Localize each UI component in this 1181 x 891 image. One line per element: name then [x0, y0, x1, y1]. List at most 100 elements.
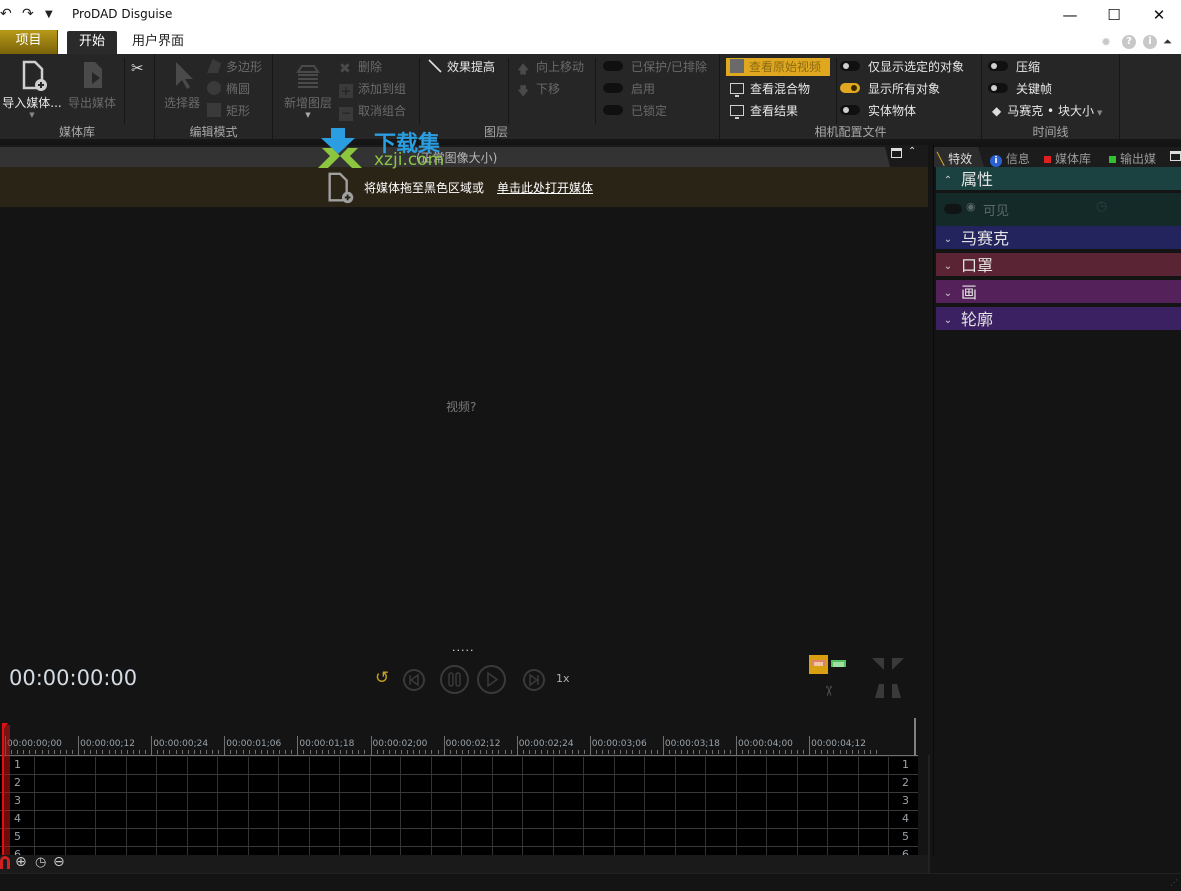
- lightbulb-icon[interactable]: ✹: [1101, 35, 1111, 49]
- mark-in-button[interactable]: [809, 655, 828, 674]
- export-media-button[interactable]: 导出媒体: [64, 58, 120, 111]
- toggle-switch[interactable]: [840, 105, 860, 115]
- view-mix-button[interactable]: 查看混合物: [730, 80, 810, 98]
- protected-toggle[interactable]: 已保护/已排除: [603, 58, 707, 76]
- media-drop-bar[interactable]: 将媒体拖至黑色区域或 单击此处打开媒体: [0, 167, 928, 207]
- track-row[interactable]: 22: [0, 775, 918, 793]
- playback-speed[interactable]: 1x: [556, 672, 570, 685]
- track-row[interactable]: 55: [0, 829, 918, 847]
- section-mosaic[interactable]: ⌄ 马赛克: [936, 226, 1181, 251]
- ruler-minor-tick: [729, 750, 731, 754]
- maximize-panel-icon[interactable]: [1170, 151, 1181, 161]
- timecode-display: 00:00:00:00: [9, 666, 138, 690]
- ellipse-tool[interactable]: 椭圆: [207, 80, 250, 98]
- toggle-switch[interactable]: [988, 61, 1008, 71]
- polygon-tool[interactable]: 多边形: [207, 58, 262, 76]
- close-button[interactable]: ✕: [1144, 4, 1174, 26]
- tab-user-interface[interactable]: 用户界面: [124, 31, 192, 54]
- show-selected-only-toggle[interactable]: 仅显示选定的对象: [840, 58, 964, 76]
- rectangle-tool[interactable]: 矩形: [207, 102, 250, 120]
- resize-grip-icon[interactable]: ⋰: [1170, 878, 1178, 887]
- locked-toggle[interactable]: 已锁定: [603, 102, 667, 120]
- play-button[interactable]: [477, 665, 506, 694]
- track-row[interactable]: 66: [0, 847, 918, 855]
- move-up-button[interactable]: 🡅 向上移动: [517, 58, 584, 76]
- new-layer-button[interactable]: 新增图层 ▼: [277, 58, 339, 119]
- toggle-switch[interactable]: [603, 61, 623, 71]
- enhance-effect-button[interactable]: 效果提高: [428, 58, 495, 76]
- tab-effects[interactable]: ╲ 特效: [937, 150, 972, 167]
- ruler-minor-tick: [687, 750, 689, 754]
- zoom-in-icon[interactable]: ⊕: [15, 854, 27, 870]
- view-original-video-button[interactable]: 查看原始视频: [726, 58, 830, 76]
- track-row[interactable]: 33: [0, 793, 918, 811]
- toggle-switch[interactable]: [988, 83, 1008, 93]
- import-dropdown-icon[interactable]: ▼: [0, 111, 64, 119]
- ruler-minor-tick: [748, 750, 750, 754]
- mark-out-icon[interactable]: [831, 660, 846, 667]
- zoom-out-icon[interactable]: ⊖: [53, 854, 65, 870]
- tab-output-media[interactable]: 输出媒: [1109, 150, 1156, 167]
- new-layer-dropdown-icon[interactable]: ▼: [277, 111, 339, 119]
- tab-media-library[interactable]: 媒体库: [1044, 150, 1091, 167]
- toggle-switch[interactable]: [603, 105, 623, 115]
- cut-scissors-icon[interactable]: ✂: [820, 685, 836, 697]
- clock-icon[interactable]: ◷: [35, 855, 46, 870]
- playhead-marker-icon[interactable]: [2, 723, 8, 731]
- move-down-button[interactable]: 🡇 下移: [517, 80, 560, 98]
- timeline-ruler[interactable]: 00:00:00;00 00:00:00;12 00:00:00;24 00:00:0…: [0, 718, 918, 756]
- collapse-ribbon-icon[interactable]: ⏶: [1163, 35, 1172, 49]
- skip-back-button[interactable]: [403, 669, 425, 691]
- toggle-switch[interactable]: [840, 61, 860, 71]
- import-media-button[interactable]: 导入媒体... ▼: [0, 58, 64, 119]
- enabled-toggle[interactable]: 启用: [603, 80, 655, 98]
- scissors-icon[interactable]: ✂: [131, 59, 144, 77]
- skip-forward-button[interactable]: [523, 669, 545, 691]
- mosaic-block-size-dropdown[interactable]: ◆ 马赛克 • 块大小 ▼: [992, 102, 1102, 120]
- drag-handle-dots[interactable]: .....: [452, 641, 474, 654]
- info-icon[interactable]: i: [1143, 35, 1157, 49]
- view-result-button[interactable]: 查看结果: [730, 102, 798, 120]
- ruler-minor-tick: [876, 750, 878, 754]
- loop-icon[interactable]: ↺: [375, 668, 389, 688]
- section-outline[interactable]: ⌄ 轮廓: [936, 307, 1181, 332]
- toggle-switch-on[interactable]: [840, 83, 860, 93]
- minimize-button[interactable]: —: [1055, 4, 1085, 26]
- timeline-splitter[interactable]: [928, 755, 930, 873]
- track-row[interactable]: 44: [0, 811, 918, 829]
- timeline-tracks[interactable]: 112233445566: [0, 757, 918, 855]
- playhead[interactable]: [2, 723, 10, 855]
- tab-project[interactable]: 项目: [0, 30, 58, 54]
- open-media-link[interactable]: 单击此处打开媒体: [497, 179, 593, 196]
- delete-button[interactable]: ✖ 删除: [339, 58, 382, 76]
- collapse-panel-icon[interactable]: ⌃: [908, 146, 916, 157]
- help-icon[interactable]: ?: [1122, 35, 1136, 49]
- compress-toggle[interactable]: 压缩: [988, 58, 1040, 76]
- solid-objects-toggle[interactable]: 实体物体: [840, 102, 916, 120]
- keyframe-clock-icon[interactable]: ◷: [1096, 199, 1107, 214]
- section-paint[interactable]: ⌄ 画: [936, 280, 1181, 305]
- ungroup-button[interactable]: − 取消组合: [339, 102, 406, 121]
- add-to-group-button[interactable]: + 添加到组: [339, 80, 406, 98]
- section-properties[interactable]: ⌃ 属性: [936, 167, 1181, 192]
- tab-start[interactable]: 开始: [67, 31, 117, 54]
- pause-button[interactable]: [440, 665, 469, 694]
- redo-icon[interactable]: ↷: [22, 6, 34, 22]
- tab-info[interactable]: i 信息: [990, 150, 1030, 167]
- undo-icon[interactable]: ↶: [0, 6, 12, 22]
- ruler-minor-tick: [65, 750, 67, 754]
- quick-access-dropdown-icon[interactable]: ▼: [45, 9, 53, 20]
- selector-button[interactable]: 选择器: [159, 58, 205, 111]
- add-media-file-icon[interactable]: [324, 171, 358, 208]
- visible-toggle[interactable]: [944, 204, 962, 214]
- section-mask[interactable]: ⌄ 口罩: [936, 253, 1181, 278]
- maximize-button[interactable]: ☐: [1099, 4, 1129, 26]
- keyframes-toggle[interactable]: 关键帧: [988, 80, 1052, 98]
- toggle-switch[interactable]: [603, 83, 623, 93]
- track-row[interactable]: 11: [0, 757, 918, 775]
- snap-magnet-icon[interactable]: [0, 856, 10, 869]
- fit-timeline-button[interactable]: [872, 658, 904, 698]
- timeline-footer: ⊕ ◷ ⊖: [0, 854, 928, 873]
- maximize-panel-icon[interactable]: [891, 148, 902, 158]
- show-all-objects-toggle[interactable]: 显示所有对象: [840, 80, 940, 98]
